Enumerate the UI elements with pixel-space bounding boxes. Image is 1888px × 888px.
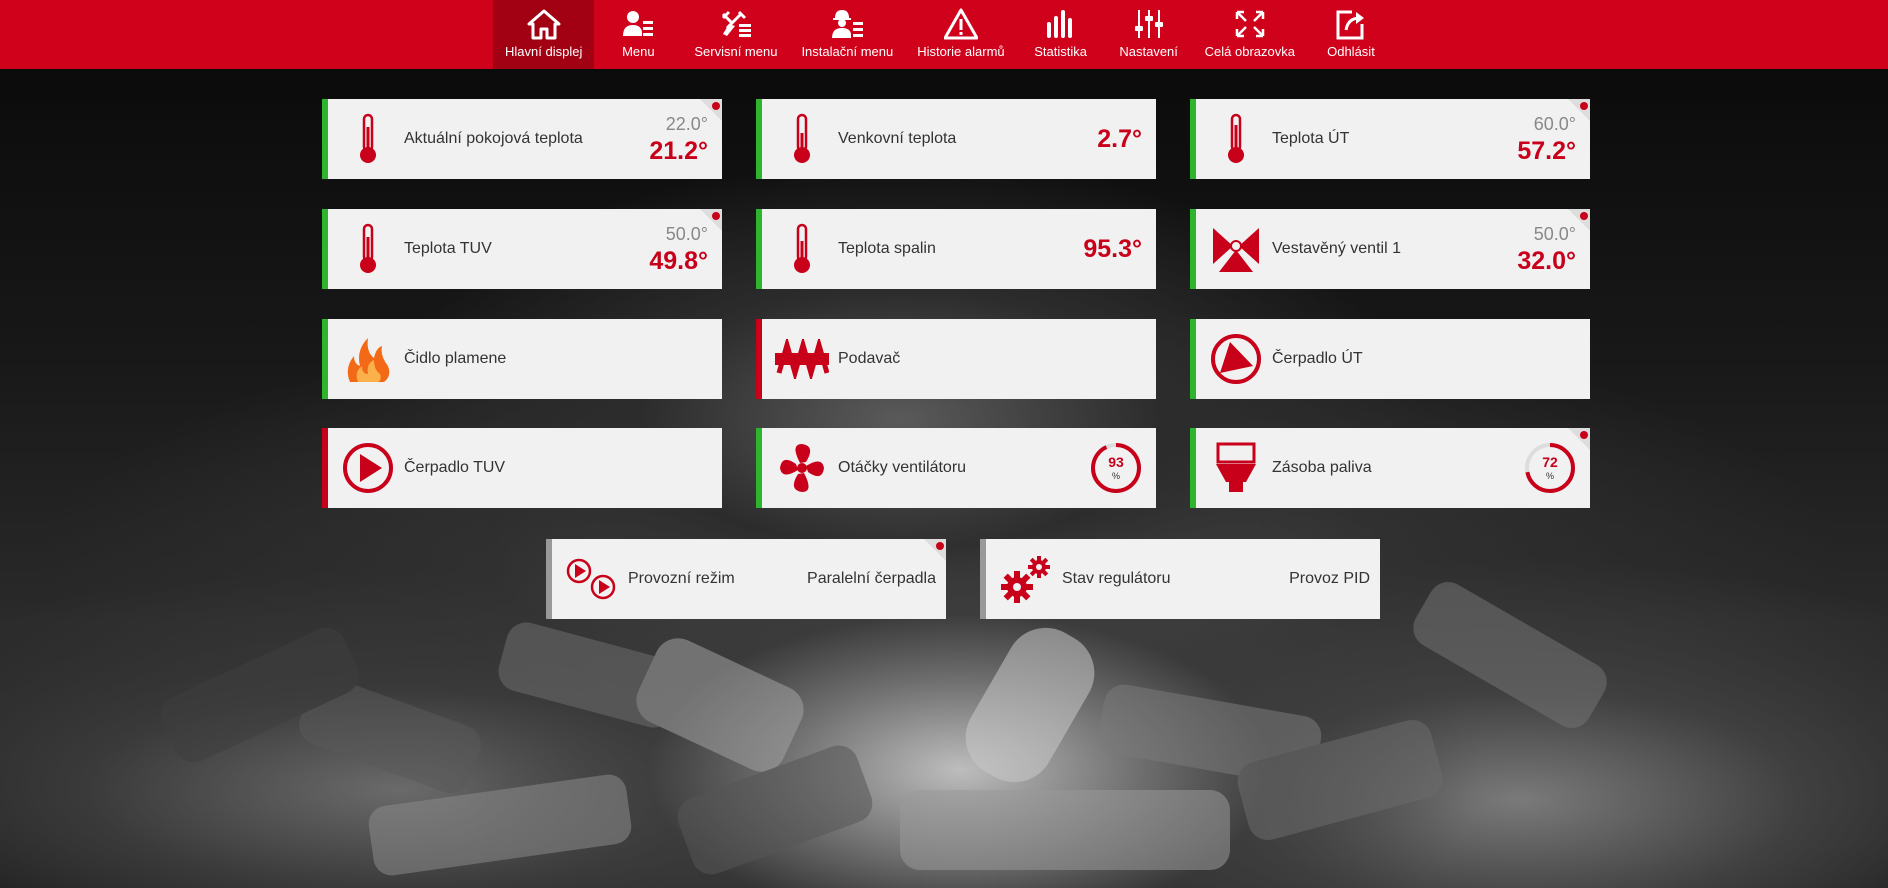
logout-icon <box>1336 10 1364 40</box>
tile-label: Aktuální pokojová teplota <box>404 130 583 147</box>
tile-pump-ut[interactable]: Čerpadlo ÚT <box>1190 319 1590 399</box>
tile-label: Podavač <box>838 350 901 367</box>
gears-icon <box>996 549 1056 609</box>
user-list-icon <box>623 11 654 36</box>
nav-label: Servisní menu <box>694 44 778 59</box>
nav-label: Hlavní displej <box>505 44 583 59</box>
home-icon <box>527 9 561 40</box>
current-temperature: 95.3° <box>1083 235 1142 263</box>
tools-icon <box>721 10 751 37</box>
nav-label: Odhlásit <box>1327 44 1375 59</box>
pump-play-icon <box>338 438 398 498</box>
tile-ut-temperature[interactable]: Teplota ÚT 60.0° 57.2° <box>1190 99 1590 179</box>
nav-label: Historie alarmů <box>917 44 1005 59</box>
gauge-unit: % <box>1111 471 1120 481</box>
worker-icon <box>832 10 864 38</box>
edit-corner-icon[interactable] <box>1564 209 1590 235</box>
nav-settings[interactable]: Nastavení <box>1105 0 1193 69</box>
nav-menu[interactable]: Menu <box>594 0 682 69</box>
nav-label: Statistika <box>1034 44 1088 59</box>
mode-value: Paralelní čerpadla <box>807 570 936 587</box>
nav-label: Celá obrazovka <box>1204 44 1295 59</box>
current-temperature: 32.0° <box>1517 247 1576 275</box>
tile-label: Teplota ÚT <box>1272 130 1350 147</box>
fan-icon <box>772 438 832 498</box>
warning-icon <box>943 8 978 40</box>
edit-corner-icon[interactable] <box>696 209 722 235</box>
thermometer-icon <box>1206 109 1266 169</box>
current-temperature: 57.2° <box>1517 137 1576 165</box>
fullscreen-icon <box>1235 10 1265 38</box>
sliders-icon <box>1134 10 1163 38</box>
tile-label: Venkovní teplota <box>838 130 957 147</box>
current-temperature: 49.8° <box>649 247 708 275</box>
tile-label: Otáčky ventilátoru <box>838 459 967 476</box>
tile-feeder[interactable]: Podavač <box>756 319 1156 399</box>
tile-tuv-temperature[interactable]: Teplota TUV 50.0° 49.8° <box>322 209 722 289</box>
tile-label: Vestavěný ventil 1 <box>1272 240 1401 257</box>
nav-label: Nastavení <box>1119 44 1178 59</box>
thermometer-icon <box>338 219 398 279</box>
tile-flue-temperature[interactable]: Teplota spalin 95.3° <box>756 209 1156 289</box>
top-navigation-bar: Hlavní displej Menu Servisní menu Instal… <box>0 0 1888 69</box>
tile-label: Provozní režim <box>628 570 735 587</box>
nav-install-menu[interactable]: Instalační menu <box>789 0 905 69</box>
tile-label: Teplota TUV <box>404 240 492 257</box>
tile-room-temperature[interactable]: Aktuální pokojová teplota 22.0° 21.2° <box>322 99 722 179</box>
tile-label: Čerpadlo TUV <box>404 459 506 476</box>
edit-corner-icon[interactable] <box>696 99 722 125</box>
tile-label: Čerpadlo ÚT <box>1272 350 1363 367</box>
nav-service-menu[interactable]: Servisní menu <box>682 0 789 69</box>
tile-valve[interactable]: Vestavěný ventil 1 50.0° 32.0° <box>1190 209 1590 289</box>
tile-pump-tuv[interactable]: Čerpadlo TUV <box>322 428 722 508</box>
tile-label: Stav regulátoru <box>1062 570 1171 587</box>
pump-icon <box>1206 329 1266 389</box>
gauge-value: 93 <box>1108 454 1124 470</box>
tile-label: Zásoba paliva <box>1272 459 1372 476</box>
thermometer-icon <box>772 109 832 169</box>
thermometer-icon <box>338 109 398 169</box>
gauge-value: 72 <box>1542 454 1558 470</box>
status-value: Provoz PID <box>1289 570 1370 587</box>
nav-statistics[interactable]: Statistika <box>1017 0 1105 69</box>
valve-icon <box>1206 219 1266 279</box>
feeder-icon <box>772 329 832 389</box>
thermometer-icon <box>772 219 832 279</box>
main-nav: Hlavní displej Menu Servisní menu Instal… <box>493 0 1395 69</box>
hopper-icon <box>1206 438 1266 498</box>
nav-logout[interactable]: Odhlásit <box>1307 0 1395 69</box>
bars-icon <box>1046 10 1072 38</box>
edit-corner-icon[interactable] <box>1564 99 1590 125</box>
tile-label: Čidlo plamene <box>404 350 507 367</box>
tile-controller-status[interactable]: Stav regulátoru Provoz PID <box>980 539 1380 619</box>
tile-flame-sensor[interactable]: Čidlo plamene <box>322 319 722 399</box>
tile-operating-mode[interactable]: Provozní režim Paralelní čerpadla <box>546 539 946 619</box>
tile-outdoor-temperature[interactable]: Venkovní teplota 2.7° <box>756 99 1156 179</box>
tile-fan-speed[interactable]: Otáčky ventilátoru 93 % <box>756 428 1156 508</box>
edit-corner-icon[interactable] <box>920 539 946 565</box>
nav-alarm-history[interactable]: Historie alarmů <box>905 0 1016 69</box>
dual-pump-icon <box>562 549 622 609</box>
nav-label: Menu <box>622 44 655 59</box>
tile-label: Teplota spalin <box>838 240 936 257</box>
gauge-unit: % <box>1545 471 1554 481</box>
edit-corner-icon[interactable] <box>1564 428 1590 454</box>
current-temperature: 2.7° <box>1097 125 1142 153</box>
fan-speed-gauge: 93 % <box>1090 442 1142 494</box>
current-temperature: 21.2° <box>649 137 708 165</box>
nav-fullscreen[interactable]: Celá obrazovka <box>1193 0 1307 69</box>
flame-icon <box>338 329 398 389</box>
tile-fuel-level[interactable]: Zásoba paliva 72 % <box>1190 428 1590 508</box>
nav-label: Instalační menu <box>801 44 894 59</box>
nav-main-display[interactable]: Hlavní displej <box>493 0 595 69</box>
